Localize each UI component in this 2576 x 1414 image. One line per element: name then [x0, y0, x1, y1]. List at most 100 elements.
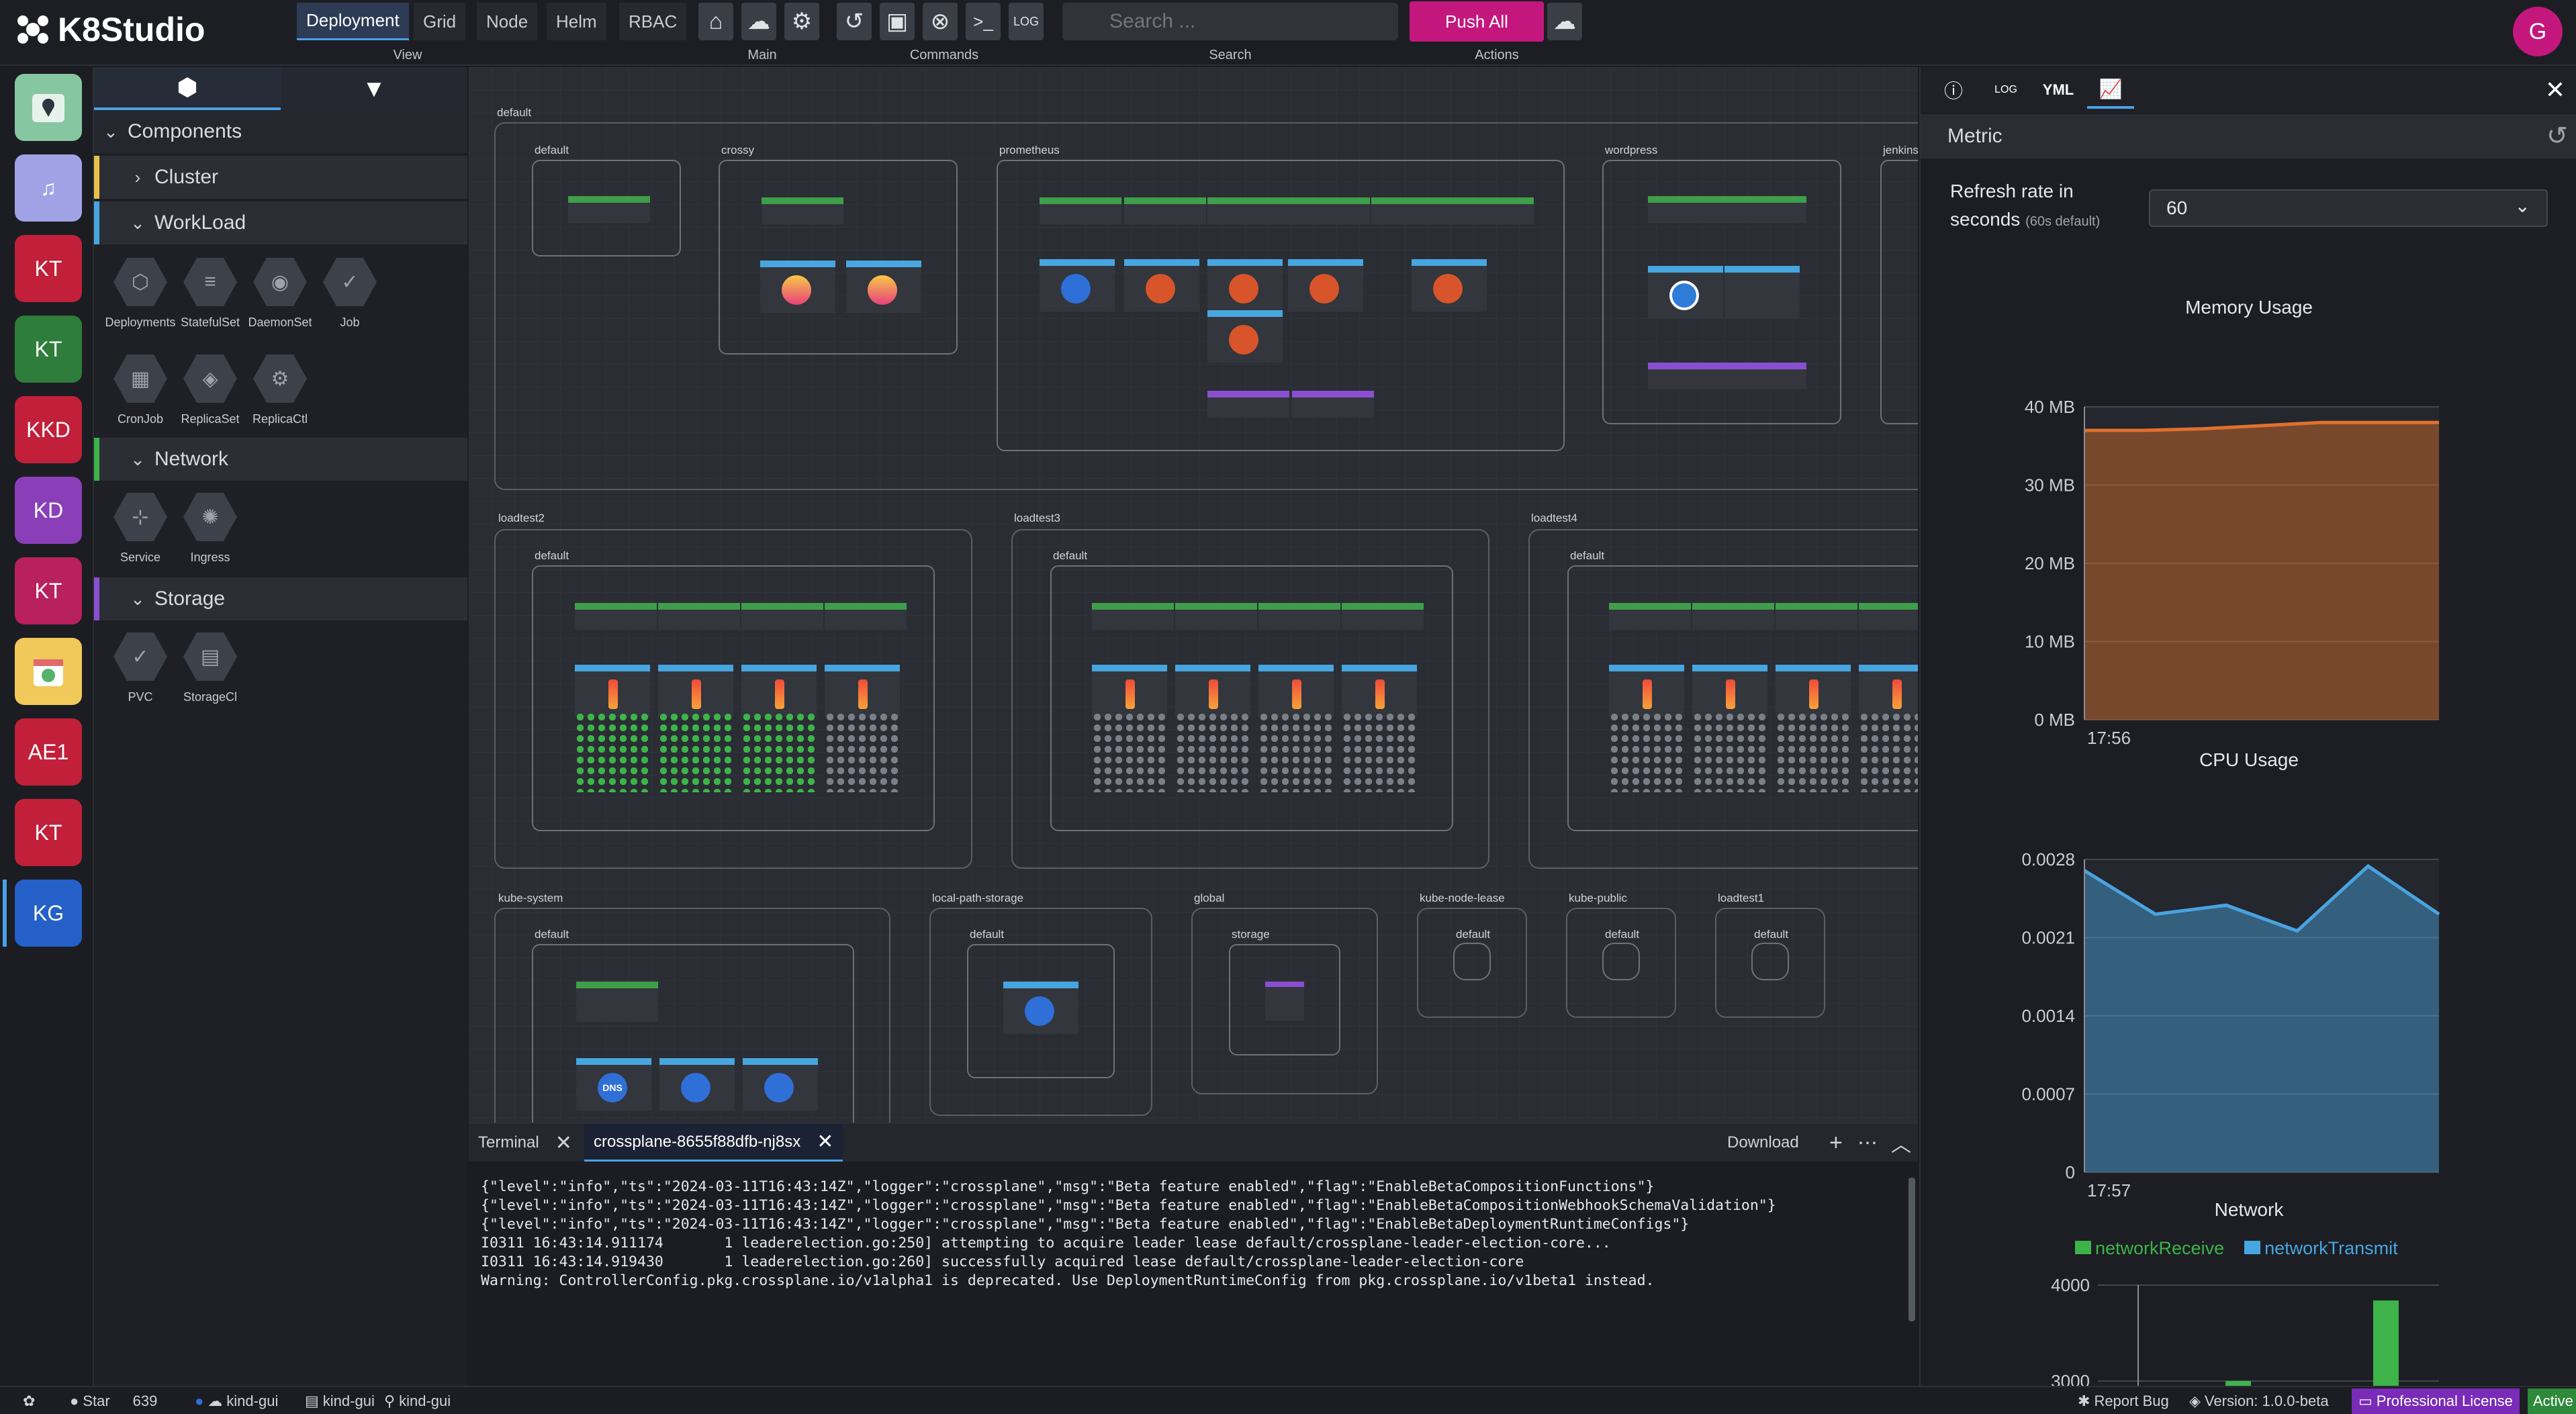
- terminal-icon[interactable]: >_: [966, 3, 1001, 40]
- volume-card[interactable]: [1724, 363, 1806, 389]
- gear-icon[interactable]: ⚙: [784, 3, 819, 40]
- pod-card[interactable]: [1124, 259, 1199, 312]
- volume-card[interactable]: [1207, 391, 1289, 418]
- pod-card[interactable]: [1692, 665, 1767, 717]
- context-user[interactable]: ⚲ kind-gui: [384, 1391, 451, 1411]
- chevron-up-icon[interactable]: ︿: [1882, 1124, 1921, 1162]
- pod-card[interactable]: [658, 665, 733, 717]
- kind-pvc[interactable]: ✓ PVC: [103, 630, 177, 704]
- resource-card[interactable]: [1092, 603, 1174, 630]
- resource-card[interactable]: [1288, 197, 1370, 224]
- storageclass-card[interactable]: [1265, 982, 1304, 1021]
- kind-storageclass[interactable]: ▤ StorageCl: [173, 630, 247, 704]
- home-icon[interactable]: ⌂: [698, 3, 733, 40]
- resource-card[interactable]: [576, 982, 658, 1022]
- pod-card[interactable]: [575, 665, 650, 717]
- info-icon[interactable]: ⓘ: [1930, 71, 1977, 109]
- tab-yml[interactable]: YML: [2035, 71, 2082, 109]
- resource-card[interactable]: [658, 603, 740, 630]
- legend-network-receive[interactable]: networkReceive: [2075, 1238, 2224, 1259]
- refresh-rate-select[interactable]: 60 ⌄: [2149, 189, 2548, 227]
- pod-card[interactable]: [1258, 665, 1334, 717]
- resource-card[interactable]: [1648, 196, 1730, 223]
- scrollbar[interactable]: [1908, 1178, 1915, 1321]
- empty-namespace[interactable]: [1751, 943, 1789, 980]
- resource-card[interactable]: [1776, 603, 1857, 630]
- kind-cronjob[interactable]: ▦ CronJob: [103, 352, 177, 426]
- empty-namespace[interactable]: [1453, 943, 1491, 980]
- report-bug-link[interactable]: ✱ Report Bug: [2078, 1391, 2169, 1411]
- tab-node[interactable]: Node: [477, 3, 538, 40]
- cluster-canvas[interactable]: default default crossy prometheus wordpr…: [469, 67, 1918, 1123]
- cluster-kg[interactable]: KG: [15, 880, 82, 947]
- resource-card[interactable]: [1175, 603, 1257, 630]
- pod-card[interactable]: [1207, 259, 1283, 312]
- pod-card[interactable]: [846, 261, 921, 313]
- cluster-kt-2[interactable]: KT: [15, 316, 82, 383]
- pod-card[interactable]: [743, 1058, 818, 1111]
- resource-card[interactable]: [575, 603, 657, 630]
- pod-card[interactable]: [1288, 259, 1363, 312]
- pod-card[interactable]: [1342, 665, 1417, 717]
- music-icon[interactable]: ♫: [15, 154, 82, 222]
- save-icon[interactable]: ▣: [880, 3, 915, 40]
- pod-card[interactable]: [1175, 665, 1250, 717]
- tab-terminal[interactable]: Terminal ✕: [469, 1124, 582, 1162]
- hexagon-icon[interactable]: ⬢: [94, 67, 281, 110]
- section-components[interactable]: ⌄ Components: [94, 110, 467, 153]
- calendar-icon[interactable]: [15, 638, 82, 705]
- section-cluster[interactable]: › Cluster: [94, 156, 467, 199]
- resource-card[interactable]: [1342, 603, 1424, 630]
- pod-card[interactable]: [1207, 310, 1283, 363]
- tab-pod-log[interactable]: crossplane-8655f88dfb-nj8sx ✕: [584, 1124, 843, 1162]
- cluster-kd[interactable]: KD: [15, 477, 82, 544]
- search-input[interactable]: [1062, 3, 1398, 40]
- cluster-kt-4[interactable]: KT: [15, 799, 82, 866]
- context-namespace[interactable]: ▤ kind-gui: [305, 1391, 375, 1411]
- resource-card[interactable]: [1258, 603, 1340, 630]
- resource-card[interactable]: [1207, 197, 1289, 224]
- log-icon[interactable]: LOG: [1009, 3, 1044, 40]
- tab-grid[interactable]: Grid: [414, 3, 466, 40]
- close-circle-icon[interactable]: ⊗: [923, 3, 958, 40]
- resource-card[interactable]: [1124, 197, 1206, 224]
- close-icon[interactable]: ✕: [817, 1130, 833, 1153]
- resource-card[interactable]: [1452, 197, 1534, 224]
- pod-card[interactable]: [1859, 665, 1918, 717]
- pod-card[interactable]: [825, 665, 900, 717]
- namespace-box[interactable]: [1880, 160, 1918, 424]
- resource-card[interactable]: [825, 603, 907, 630]
- resource-card[interactable]: [568, 196, 650, 223]
- cloud-sync-icon[interactable]: ☁: [1547, 3, 1582, 40]
- undo-icon[interactable]: ↺: [837, 3, 872, 40]
- pod-card[interactable]: [760, 261, 835, 313]
- kind-job[interactable]: ✓ Job: [313, 255, 387, 330]
- pod-card[interactable]: [1648, 266, 1723, 318]
- empty-namespace[interactable]: [1602, 943, 1640, 980]
- pod-card[interactable]: [659, 1058, 735, 1111]
- kind-replicaset[interactable]: ◈ ReplicaSet: [173, 352, 247, 426]
- volume-card[interactable]: [1292, 391, 1374, 418]
- section-workload[interactable]: ⌄ WorkLoad: [94, 201, 467, 244]
- namespace-box[interactable]: [719, 160, 958, 355]
- kind-daemonset[interactable]: ◉ DaemonSet: [243, 255, 317, 330]
- section-network[interactable]: ⌄ Network: [94, 438, 467, 481]
- kind-service[interactable]: ⊹ Service: [103, 490, 177, 565]
- tab-helm[interactable]: Helm: [547, 3, 606, 40]
- kind-deployments[interactable]: ⬡ Deployments: [103, 255, 177, 330]
- cloud-icon[interactable]: ☁: [741, 3, 776, 40]
- map-pin-icon[interactable]: [15, 74, 82, 141]
- download-button[interactable]: Download: [1718, 1124, 1808, 1162]
- avatar[interactable]: G: [2513, 7, 2563, 56]
- resource-card[interactable]: [762, 197, 843, 224]
- cluster-kt-3[interactable]: KT: [15, 557, 82, 624]
- pod-card[interactable]: [1776, 665, 1851, 717]
- license-badge[interactable]: ▭ Professional License: [2352, 1388, 2520, 1414]
- close-icon[interactable]: ✕: [2538, 71, 2572, 109]
- github-star-button[interactable]: ● Star 639: [70, 1391, 157, 1411]
- kind-replicactl[interactable]: ⚙ ReplicaCtl: [243, 352, 317, 426]
- cluster-ae1[interactable]: AE1: [15, 718, 82, 786]
- cluster-kkd[interactable]: KKD: [15, 396, 82, 463]
- filter-icon[interactable]: ▼: [281, 67, 467, 110]
- pod-card[interactable]: [1092, 665, 1167, 717]
